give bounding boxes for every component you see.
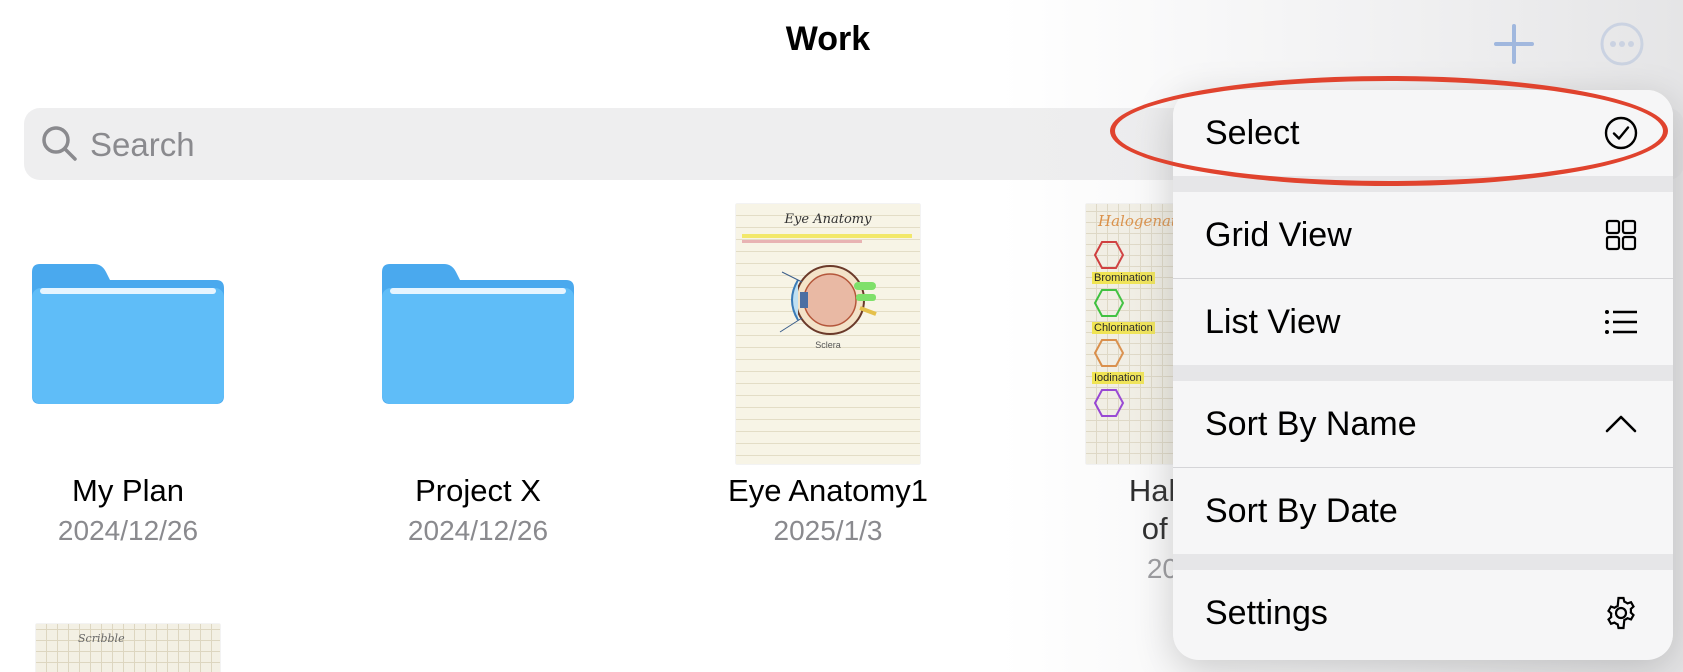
menu-item-grid-view[interactable]: Grid View [1173, 192, 1673, 278]
chevron-up-icon [1605, 415, 1637, 433]
notebook-thumbnail: Scribble [36, 624, 220, 672]
search-input[interactable] [88, 118, 1092, 172]
menu-separator [1173, 176, 1673, 192]
file-item-project-x[interactable]: Project X 2024/12/26 [350, 250, 606, 550]
menu-item-select[interactable]: Select [1173, 90, 1673, 176]
ellipsis-circle-icon [1600, 22, 1644, 66]
file-item-scribble[interactable]: Scribble [0, 620, 256, 672]
page: Work My Plan 2024/12/26 [0, 0, 1683, 672]
menu-item-label: Select [1205, 114, 1300, 152]
thumbnail-label: Chlorination [1092, 322, 1155, 334]
menu-item-sort-by-name[interactable]: Sort By Name [1173, 381, 1673, 467]
menu-item-list-view[interactable]: List View [1173, 279, 1673, 365]
file-date: 2024/12/26 [57, 515, 199, 546]
file-date: 2024/12/26 [407, 515, 549, 546]
thumbnail-title: Eye Anatomy [784, 212, 872, 227]
magnifying-glass-icon [42, 126, 77, 161]
grid-icon [1605, 219, 1637, 251]
page-title: Work [785, 20, 871, 58]
file-item-eye-anatomy[interactable]: Eye Anatomy Sclera Eye Anatomy1 2025/1/3 [700, 200, 956, 550]
checkmark-circle-icon [1604, 116, 1638, 150]
notebook-thumbnail: Eye Anatomy Sclera [736, 204, 920, 464]
thumbnail-label: Bromination [1092, 272, 1155, 284]
add-button[interactable] [1488, 18, 1540, 70]
plus-icon [1494, 24, 1534, 64]
thumbnail-title: Scribble [78, 632, 125, 645]
menu-separator [1173, 365, 1673, 381]
menu-separator [1173, 554, 1673, 570]
list-icon [1605, 310, 1637, 334]
file-name: Project X [415, 473, 541, 508]
menu-item-label: List View [1205, 303, 1341, 341]
menu-item-label: Settings [1205, 594, 1328, 632]
more-button[interactable] [1596, 18, 1648, 70]
gear-icon [1607, 596, 1635, 630]
menu-item-label: Grid View [1205, 216, 1352, 254]
menu-item-sort-by-date[interactable]: Sort By Date [1173, 468, 1673, 554]
folder-icon [382, 264, 574, 404]
file-name: Eye Anatomy1 [728, 473, 928, 508]
thumbnail-label: Iodination [1092, 372, 1144, 384]
folder-icon [32, 264, 224, 404]
more-menu: Select Grid View List View Sort By Name … [1173, 90, 1673, 660]
menu-item-label: Sort By Date [1205, 492, 1398, 530]
eye-diagram-icon [779, 265, 877, 335]
file-item-my-plan[interactable]: My Plan 2024/12/26 [0, 250, 256, 550]
file-date: 2025/1/3 [773, 515, 883, 546]
menu-item-settings[interactable]: Settings [1173, 570, 1673, 656]
file-name: My Plan [72, 473, 184, 508]
menu-item-label: Sort By Name [1205, 405, 1417, 443]
